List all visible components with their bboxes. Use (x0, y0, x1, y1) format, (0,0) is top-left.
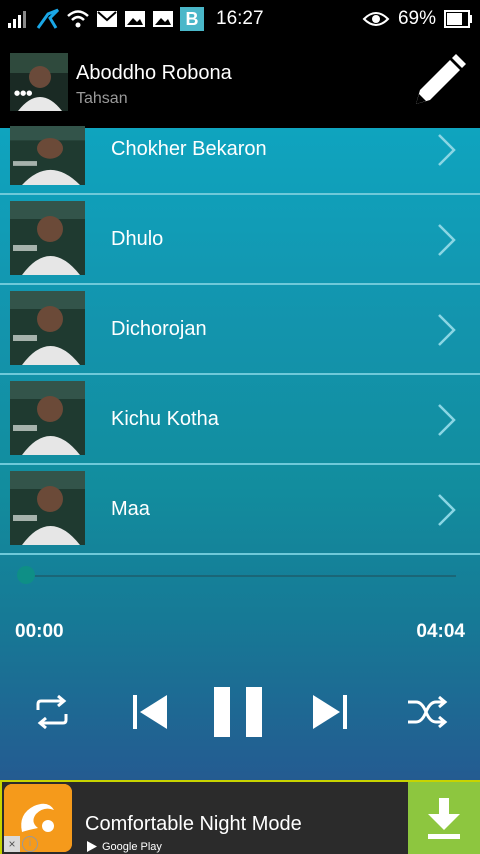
shuffle-icon[interactable] (406, 692, 448, 732)
b-app-icon: B (180, 7, 204, 31)
song-thumbnail-icon (10, 381, 85, 455)
album-cover-icon: ●●● (10, 53, 68, 111)
status-icons-left: B (8, 6, 204, 32)
status-icons-right: 69% (362, 6, 472, 32)
wifi-icon (67, 10, 89, 28)
song-title: Maa (111, 498, 150, 520)
seek-handle[interactable] (17, 566, 35, 584)
song-row[interactable]: Dichorojan (0, 285, 480, 375)
edit-icon[interactable] (410, 52, 468, 110)
svg-text:●●●: ●●● (14, 89, 32, 97)
current-time: 00:00 (15, 621, 64, 642)
total-time: 04:04 (416, 621, 465, 642)
eye-icon (362, 12, 390, 26)
previous-icon[interactable] (132, 693, 168, 731)
song-row[interactable]: Kichu Kotha (0, 375, 480, 465)
song-thumbnail-icon (10, 471, 85, 545)
now-playing-artist: Tahsan (76, 90, 128, 107)
chevron-right-icon[interactable] (436, 223, 456, 257)
ad-banner[interactable]: Comfortable Night Mode Google Play × i (0, 780, 480, 854)
download-button[interactable] (408, 782, 480, 854)
status-time: 16:27 (216, 8, 264, 29)
google-play-label: Google Play (86, 840, 162, 853)
signal-icon (8, 11, 26, 28)
carrier-icon (36, 8, 60, 29)
chevron-right-icon[interactable] (436, 313, 456, 347)
ad-title: Comfortable Night Mode (85, 813, 302, 835)
download-icon (428, 798, 460, 839)
song-row[interactable]: Dhulo (0, 195, 480, 285)
song-thumbnail-icon (10, 201, 85, 275)
player-main: Chokher Bekaron Dhulo Dichorojan Kichu Koth… (0, 126, 480, 780)
song-thumbnail-icon (10, 291, 85, 365)
chevron-right-icon[interactable] (436, 493, 456, 527)
now-playing-title: Aboddho Robona (76, 62, 232, 84)
ad-close-icon[interactable]: × (4, 836, 20, 852)
repeat-icon[interactable] (32, 692, 72, 732)
chevron-right-icon[interactable] (436, 133, 456, 167)
battery-icon (444, 10, 472, 28)
now-playing-header[interactable]: ●●● Aboddho Robona Tahsan (0, 38, 480, 128)
image-icon (125, 11, 145, 27)
pause-icon[interactable] (212, 685, 266, 739)
song-row[interactable]: Maa (0, 465, 480, 555)
status-bar: B 16:27 69% (0, 0, 480, 38)
seek-bar[interactable] (26, 575, 456, 577)
battery-percent: 69% (397, 8, 436, 29)
song-title: Kichu Kotha (111, 408, 219, 430)
ad-info-icon[interactable]: i (22, 836, 38, 852)
song-title: Chokher Bekaron (111, 138, 267, 160)
google-play-icon (87, 841, 97, 852)
song-thumbnail-icon (10, 126, 85, 185)
song-list: Chokher Bekaron Dhulo Dichorojan Kichu Koth… (0, 126, 480, 555)
image-icon (153, 11, 173, 27)
ad-store: Google Play (102, 840, 162, 853)
song-title: Dichorojan (111, 318, 207, 340)
song-row[interactable]: Chokher Bekaron (0, 126, 480, 195)
gmail-icon (97, 11, 117, 27)
chevron-right-icon[interactable] (436, 403, 456, 437)
next-icon[interactable] (312, 693, 348, 731)
song-title: Dhulo (111, 228, 164, 250)
